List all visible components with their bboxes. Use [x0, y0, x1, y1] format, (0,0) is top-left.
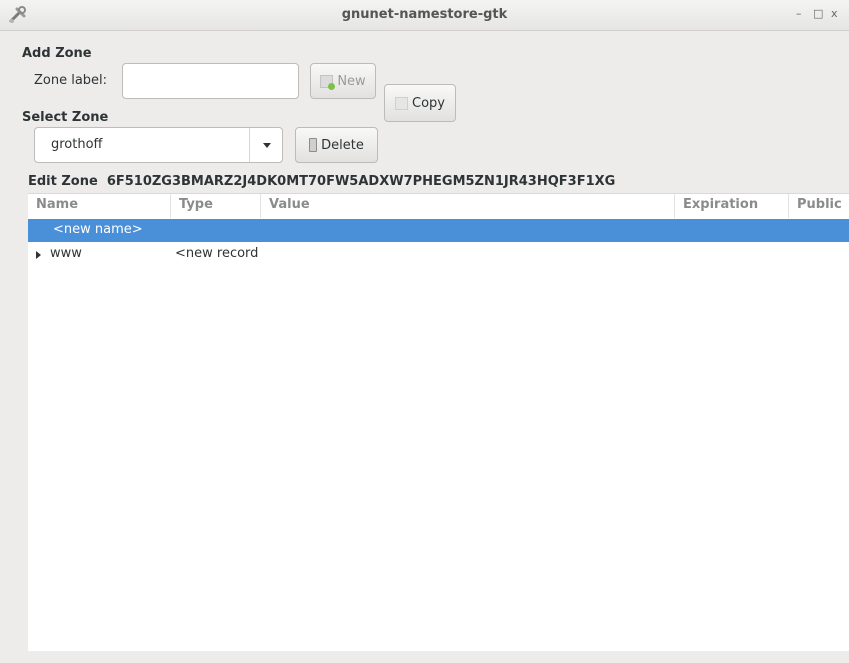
edit-zone-title: Edit Zone 6F510ZG3BMARZ2J4DK0MT70FW5ADXW7…: [28, 174, 615, 189]
column-header-public[interactable]: Public: [789, 194, 849, 218]
window-title: gnunet-namestore-gtk: [341, 7, 508, 22]
zone-label-input[interactable]: [122, 63, 299, 99]
zone-dropdown-toggle[interactable]: [249, 128, 283, 162]
copy-button-label: Copy: [412, 95, 445, 111]
selected-zone: grothoff: [51, 137, 103, 152]
copy-zone-button[interactable]: Copy: [384, 84, 456, 122]
expander-arrow-icon[interactable]: [36, 251, 41, 259]
delete-zone-button[interactable]: Delete: [295, 127, 378, 163]
zone-public-key: 6F510ZG3BMARZ2J4DK0MT70FW5ADXW7PHEGM5ZN1…: [106, 174, 616, 189]
select-zone-heading: Select Zone: [22, 110, 109, 125]
column-header-value[interactable]: Value: [261, 194, 675, 218]
copy-icon: [395, 96, 408, 110]
tree-row-www[interactable]: www <new record: [28, 243, 849, 266]
minimize-button[interactable]: –: [796, 7, 802, 20]
row-name[interactable]: <new name>: [53, 222, 143, 237]
title-bar[interactable]: gnunet-namestore-gtk – □ x: [0, 0, 849, 31]
records-tree[interactable]: Name Type Value Expiration Public <new n…: [28, 193, 849, 651]
trash-icon: [309, 138, 318, 152]
tree-row-new-name[interactable]: <new name>: [28, 219, 849, 242]
maximize-button[interactable]: □: [813, 7, 823, 20]
edit-zone-heading: Edit Zone: [28, 174, 98, 189]
add-zone-heading: Add Zone: [22, 46, 92, 61]
close-button[interactable]: x: [831, 7, 838, 20]
row-type[interactable]: <new record: [175, 246, 258, 261]
column-header-expiration[interactable]: Expiration: [675, 194, 789, 218]
new-button-label: New: [337, 73, 366, 89]
column-header-name[interactable]: Name: [28, 194, 171, 218]
column-header-type[interactable]: Type: [171, 194, 261, 218]
new-zone-button[interactable]: New: [310, 63, 376, 99]
row-name[interactable]: www: [50, 246, 82, 261]
delete-button-label: Delete: [321, 137, 364, 153]
zone-label-label: Zone label:: [34, 73, 108, 88]
zone-selector[interactable]: grothoff: [34, 127, 283, 163]
new-document-icon: [320, 74, 336, 90]
chevron-down-icon: [263, 143, 271, 148]
tree-header: Name Type Value Expiration Public: [28, 194, 849, 218]
